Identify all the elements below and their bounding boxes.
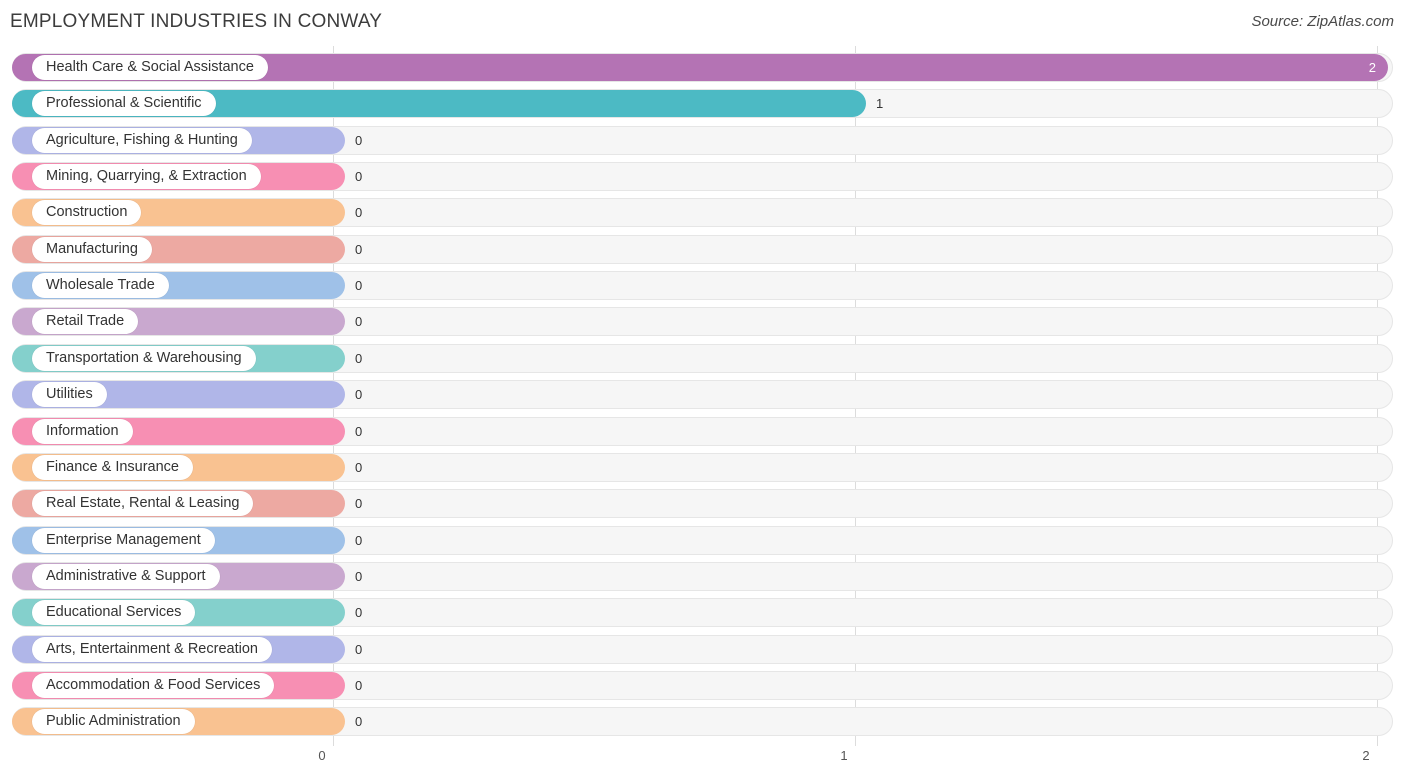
x-tick-label: 1	[840, 748, 848, 763]
category-label: Public Administration	[32, 709, 195, 735]
bar-value-label: 0	[355, 350, 363, 366]
bar-value-label: 0	[355, 241, 363, 257]
category-label: Accommodation & Food Services	[32, 672, 275, 698]
chart-row[interactable]: 0 Finance & Insurance	[12, 452, 1393, 482]
chart-plot-area: 2 Health Care & Social Assistance 1 Profess…	[0, 46, 1406, 746]
bar-value-label: 0	[355, 677, 363, 693]
x-axis: 0 1 2	[0, 746, 1406, 776]
bar-value-label: 2	[1368, 60, 1376, 75]
bar-value-label: 0	[355, 169, 363, 185]
bar-value-label: 0	[355, 568, 363, 584]
chart-row[interactable]: 0 Public Administration	[12, 707, 1393, 737]
chart-row[interactable]: 0 Real Estate, Rental & Leasing	[12, 489, 1393, 519]
x-tick-label: 0	[318, 748, 326, 763]
category-label: Construction	[32, 200, 142, 226]
chart-row[interactable]: 0 Administrative & Support	[12, 561, 1393, 591]
category-label: Wholesale Trade	[32, 273, 169, 299]
chart-row[interactable]: 0 Educational Services	[12, 598, 1393, 628]
chart-row[interactable]: 0 Enterprise Management	[12, 525, 1393, 555]
category-label: Finance & Insurance	[32, 454, 193, 480]
bar-value-label: 0	[355, 641, 363, 657]
chart-row[interactable]: 0 Information	[12, 416, 1393, 446]
chart-header: EMPLOYMENT INDUSTRIES IN CONWAY Source: …	[0, 0, 1406, 46]
category-label: Transportation & Warehousing	[32, 345, 256, 371]
category-label: Utilities	[32, 382, 107, 408]
chart-row[interactable]: 0 Construction	[12, 198, 1393, 228]
bar-value-label: 0	[355, 459, 363, 475]
chart-row[interactable]: 0 Agriculture, Fishing & Hunting	[12, 125, 1393, 155]
category-label: Manufacturing	[32, 236, 152, 262]
page-title: EMPLOYMENT INDUSTRIES IN CONWAY	[10, 11, 383, 32]
bar-value-label: 1	[876, 96, 884, 112]
chart-row[interactable]: 0 Accommodation & Food Services	[12, 670, 1393, 700]
category-label: Real Estate, Rental & Leasing	[32, 491, 254, 517]
chart-row[interactable]: 0 Wholesale Trade	[12, 271, 1393, 301]
chart-row[interactable]: 0 Arts, Entertainment & Recreation	[12, 634, 1393, 664]
chart-row[interactable]: 1 Professional & Scientific	[12, 89, 1393, 119]
chart-row[interactable]: 0 Transportation & Warehousing	[12, 343, 1393, 373]
category-label: Retail Trade	[32, 309, 139, 335]
chart-row[interactable]: 0 Mining, Quarrying, & Extraction	[12, 162, 1393, 192]
bar-value-label: 0	[355, 605, 363, 621]
bar-value-label: 0	[355, 423, 363, 439]
category-label: Agriculture, Fishing & Hunting	[32, 127, 252, 153]
category-label: Mining, Quarrying, & Extraction	[32, 164, 261, 190]
chart-row[interactable]: 0 Retail Trade	[12, 307, 1393, 337]
category-label: Information	[32, 418, 133, 444]
bar-value-label: 0	[355, 496, 363, 512]
category-label: Enterprise Management	[32, 527, 215, 553]
category-label: Health Care & Social Assistance	[32, 55, 268, 80]
category-label: Administrative & Support	[32, 563, 220, 589]
bar-value-label: 0	[355, 132, 363, 148]
category-label: Professional & Scientific	[32, 91, 216, 117]
x-tick-label: 2	[1362, 748, 1370, 763]
category-label: Educational Services	[32, 600, 196, 626]
bar-value-label: 0	[355, 278, 363, 294]
bar-value-label: 0	[355, 387, 363, 403]
bar-value-label: 0	[355, 314, 363, 330]
category-label: Arts, Entertainment & Recreation	[32, 636, 272, 662]
bar-value-label: 0	[355, 714, 363, 730]
chart-row[interactable]: 0 Manufacturing	[12, 234, 1393, 264]
chart-row[interactable]: 0 Utilities	[12, 380, 1393, 410]
bar-value-label: 0	[355, 532, 363, 548]
bar-value-label: 0	[355, 205, 363, 221]
source-attribution: Source: ZipAtlas.com	[1251, 13, 1394, 30]
chart-row[interactable]: 2 Health Care & Social Assistance	[12, 53, 1393, 82]
